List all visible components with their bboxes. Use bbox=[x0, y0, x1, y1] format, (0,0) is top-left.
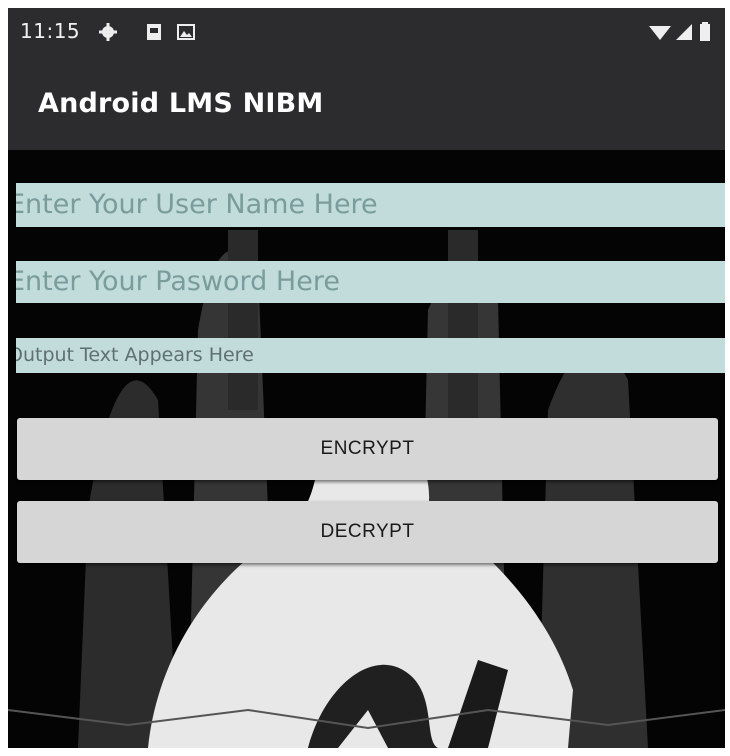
gear-icon bbox=[99, 23, 117, 41]
password-input[interactable]: Enter Your Pasword Here bbox=[16, 261, 725, 303]
wifi-icon bbox=[649, 26, 671, 40]
app-bar: Android LMS NIBM bbox=[8, 58, 725, 150]
username-placeholder: Enter Your User Name Here bbox=[16, 189, 378, 220]
image-icon bbox=[177, 24, 195, 40]
status-bar: 11:15 bbox=[8, 8, 725, 58]
battery-icon bbox=[700, 22, 710, 41]
phone-screen: 11:15 Android LMS NIBM Enter Your User N… bbox=[8, 8, 725, 748]
password-placeholder: Enter Your Pasword Here bbox=[16, 266, 340, 297]
encrypt-button[interactable]: ENCRYPT bbox=[17, 418, 718, 480]
username-input[interactable]: Enter Your User Name Here bbox=[16, 183, 725, 227]
status-time: 11:15 bbox=[20, 19, 81, 43]
sd-card-icon bbox=[147, 24, 161, 40]
output-text-label: Output Text Appears Here bbox=[16, 344, 254, 366]
app-title: Android LMS NIBM bbox=[38, 88, 324, 119]
decrypt-button[interactable]: DECRYPT bbox=[17, 501, 718, 563]
output-text: Output Text Appears Here bbox=[16, 338, 725, 373]
signal-icon bbox=[676, 24, 692, 40]
